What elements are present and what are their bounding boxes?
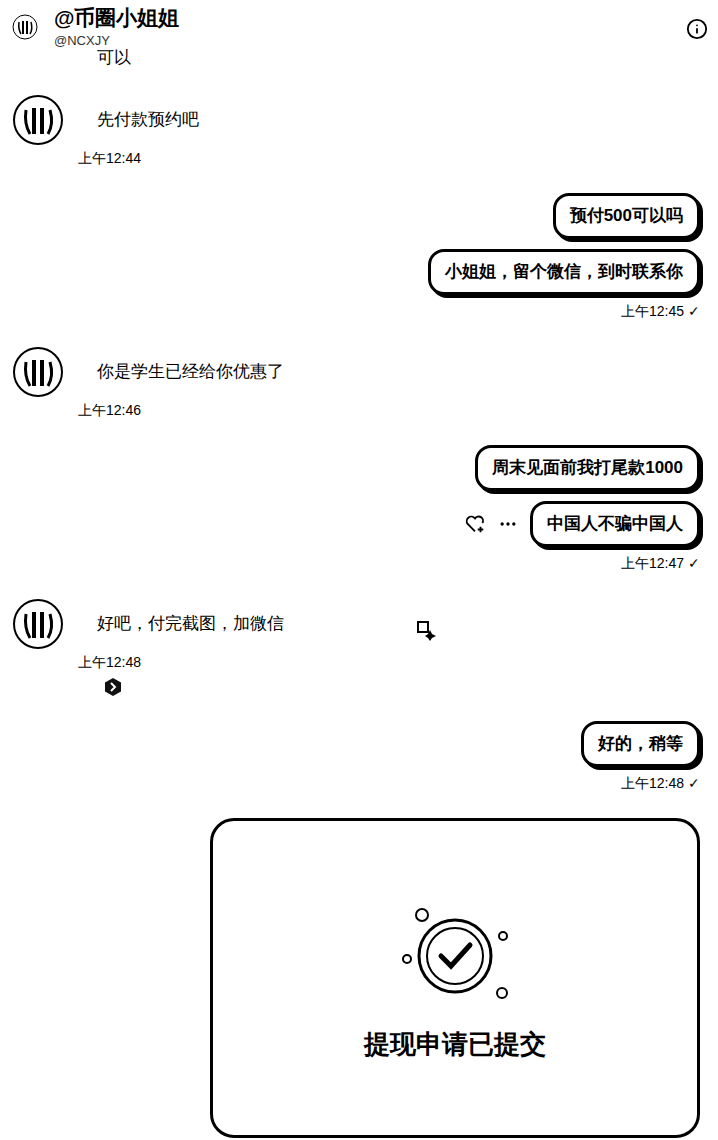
message-time: 上午12:48	[0, 652, 718, 673]
info-icon[interactable]	[686, 18, 708, 40]
incoming-message[interactable]: 你是学生已经给你优惠了	[97, 360, 284, 384]
avatar-icon[interactable]	[12, 598, 64, 650]
add-reaction-icon[interactable]	[464, 513, 486, 535]
incoming-message[interactable]: 可以	[97, 46, 131, 70]
outgoing-message-group: 好的，稍等上午12:48✓	[0, 721, 718, 794]
incoming-message-group: 好吧，付完截图，加微信上午12:48	[0, 598, 718, 697]
chat-handle: @NCXJY	[54, 32, 179, 50]
message-time: 上午12:47	[621, 553, 684, 574]
outgoing-message[interactable]: 小姐姐，留个微信，到时联系你	[428, 249, 700, 295]
chat-header: @币圈小姐姐@NCXJY	[0, 0, 718, 50]
image-card[interactable]: 提现申请已提交	[210, 818, 700, 1138]
incoming-message[interactable]: 好吧，付完截图，加微信	[97, 612, 284, 636]
outgoing-message-group: 预付500可以吗小姐姐，留个微信，到时联系你上午12:45✓	[0, 193, 718, 322]
translate-icon[interactable]	[103, 677, 123, 697]
incoming-message-group: 先付款预约吧上午12:44	[0, 94, 718, 169]
message-time: 上午12:48	[621, 773, 684, 794]
message-time: 上午12:46	[0, 400, 718, 421]
chat-screen: @币圈小姐姐@NCXJY可以先付款预约吧上午12:44 预付500可以吗小姐姐，留…	[0, 0, 718, 1140]
outgoing-message[interactable]: 中国人不骗中国人	[530, 501, 700, 547]
success-check-icon	[395, 901, 515, 1011]
outgoing-message[interactable]: 预付500可以吗	[553, 193, 700, 239]
read-receipt: ✓	[688, 553, 700, 574]
chat-title: @币圈小姐姐	[54, 4, 179, 32]
sparkle-icon[interactable]	[414, 618, 438, 642]
avatar-icon[interactable]	[12, 94, 64, 146]
outgoing-message[interactable]: 好的，稍等	[581, 721, 700, 767]
read-receipt: ✓	[688, 301, 700, 322]
avatar-icon[interactable]	[12, 14, 38, 40]
incoming-message-group: 可以	[0, 46, 718, 70]
outgoing-message-group: 周末见面前我打尾款1000 中国人不骗中国人上午12:47✓	[0, 445, 718, 574]
incoming-message[interactable]: 先付款预约吧	[97, 108, 199, 132]
outgoing-message[interactable]: 周末见面前我打尾款1000	[475, 445, 700, 491]
avatar-icon[interactable]	[12, 346, 64, 398]
message-time: 上午12:44	[0, 148, 718, 169]
read-receipt: ✓	[688, 773, 700, 794]
message-time: 上午12:45	[621, 301, 684, 322]
incoming-message-group: 你是学生已经给你优惠了上午12:46	[0, 346, 718, 421]
more-icon[interactable]	[498, 514, 518, 534]
withdrawal-status: 提现申请已提交	[364, 1025, 546, 1064]
message-list: 可以先付款预约吧上午12:44预付500可以吗小姐姐，留个微信，到时联系你上午1…	[0, 46, 718, 1138]
